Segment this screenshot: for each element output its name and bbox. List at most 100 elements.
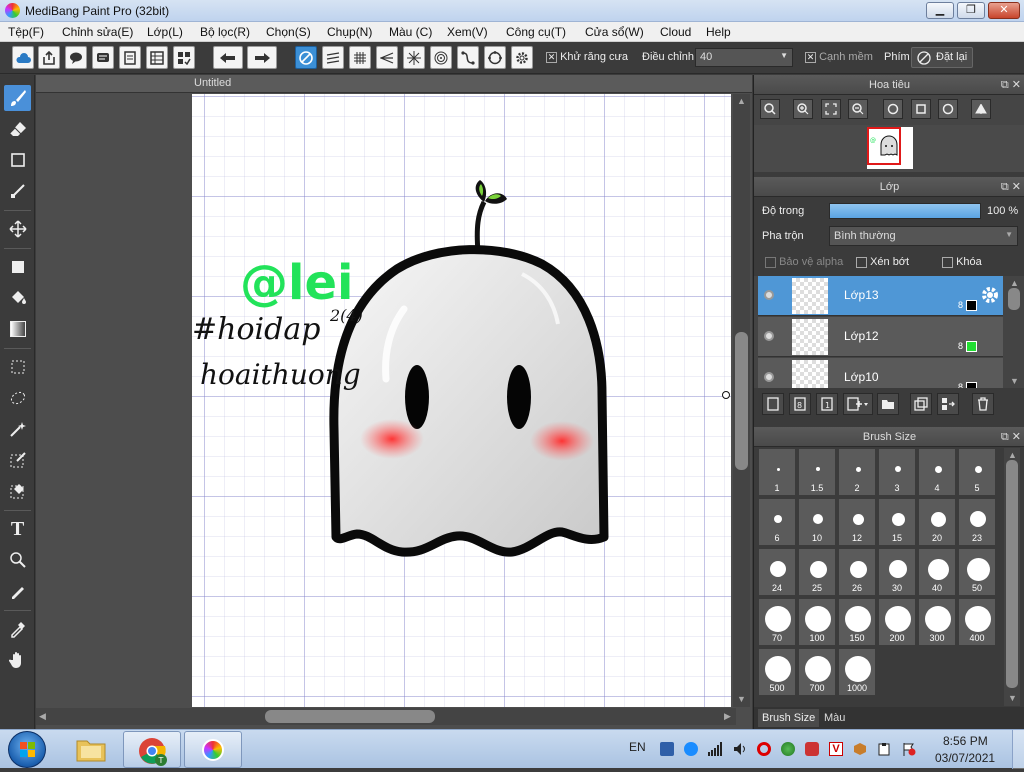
brush-size-cell[interactable]: 5 (958, 448, 996, 496)
layers-panel-controls-icon[interactable]: ⧉ ✕ (1001, 177, 1021, 197)
gradient-tool-icon[interactable] (4, 316, 31, 342)
tray-zalo-icon[interactable] (684, 742, 698, 756)
maximize-button[interactable]: ❐ (957, 2, 985, 19)
rotate-right-icon[interactable] (938, 99, 958, 119)
brush-size-cell[interactable]: 1 (758, 448, 796, 496)
brush-panel-controls-icon[interactable]: ⧉ ✕ (1001, 427, 1021, 447)
brush-size-cell[interactable]: 26 (838, 548, 876, 596)
dot-brush-tool-icon[interactable] (4, 178, 31, 204)
brush-size-cell[interactable]: 10 (798, 498, 836, 546)
brush-size-cell[interactable]: 150 (838, 598, 876, 646)
zoom-out-icon[interactable] (848, 99, 868, 119)
brush-size-cell[interactable]: 24 (758, 548, 796, 596)
menu-capture[interactable]: Chụp(N) (327, 25, 372, 39)
brush-scroll-thumb[interactable] (1006, 460, 1018, 688)
add-layer-menu-icon[interactable] (843, 393, 873, 415)
reset-button[interactable]: Đặt lại (911, 47, 973, 68)
clock-date[interactable]: 03/07/2021 (935, 751, 995, 765)
brush-size-cell[interactable]: 1.5 (798, 448, 836, 496)
brush-size-cell[interactable]: 700 (798, 648, 836, 696)
clock-time[interactable]: 8:56 PM (943, 734, 988, 748)
horizontal-scroll-thumb[interactable] (265, 710, 435, 723)
taskbar-explorer[interactable] (62, 731, 120, 768)
brush-size-cell[interactable]: 100 (798, 598, 836, 646)
concentric-snap-icon[interactable] (430, 46, 452, 69)
brush-tool-icon[interactable] (4, 85, 31, 111)
menu-view[interactable]: Xem(V) (447, 25, 488, 39)
brush-size-cell[interactable]: 1000 (838, 648, 876, 696)
volume-icon[interactable] (733, 742, 747, 756)
menu-color[interactable]: Màu (C) (389, 25, 432, 39)
vietkey-icon[interactable]: V (829, 742, 843, 756)
layer-row[interactable]: Lớp10 8 (758, 358, 1003, 388)
perspective-snap-icon[interactable] (376, 46, 398, 69)
rotate-left-icon[interactable] (883, 99, 903, 119)
show-desktop-button[interactable] (1012, 730, 1024, 769)
layer-row[interactable]: Lớp12 8 (758, 317, 1003, 357)
brush-size-cell[interactable]: 300 (918, 598, 956, 646)
cloud-icon[interactable] (12, 46, 34, 69)
zoom-in-icon[interactable] (793, 99, 813, 119)
pen-tool-icon[interactable] (4, 578, 31, 604)
parallel-snap-icon[interactable] (322, 46, 344, 69)
bucket-tool-icon[interactable] (4, 285, 31, 311)
opacity-slider[interactable] (829, 203, 981, 219)
lasso-tool-icon[interactable] (4, 385, 31, 411)
smooth-checkbox[interactable]: ✕ Cạnh mềm (805, 51, 873, 63)
taskbar-chrome[interactable]: T (123, 731, 181, 768)
brush-size-cell[interactable]: 4 (918, 448, 956, 496)
circle-snap-icon[interactable] (484, 46, 506, 69)
select-rect-tool-icon[interactable] (4, 354, 31, 380)
visibility-eye-icon[interactable] (764, 290, 774, 300)
share-icon[interactable] (38, 46, 60, 69)
menu-select[interactable]: Chọn(S) (266, 25, 311, 39)
zoom-icon[interactable] (760, 99, 780, 119)
flip-icon[interactable] (971, 99, 991, 119)
brush-size-cell[interactable]: 6 (758, 498, 796, 546)
brush-size-cell[interactable]: 12 (838, 498, 876, 546)
visibility-eye-icon[interactable] (764, 372, 774, 382)
brush-size-cell[interactable]: 200 (878, 598, 916, 646)
undo-icon[interactable] (213, 46, 243, 69)
comment-icon[interactable] (92, 46, 114, 69)
blend-select[interactable]: Bình thường ▼ (829, 226, 1018, 246)
visibility-eye-icon[interactable] (764, 331, 774, 341)
select-eraser-tool-icon[interactable] (4, 478, 31, 504)
magic-wand-tool-icon[interactable] (4, 416, 31, 442)
brush-size-cell[interactable]: 25 (798, 548, 836, 596)
horizontal-scrollbar[interactable]: ◀ ▶ (36, 708, 736, 725)
move-tool-icon[interactable] (4, 216, 31, 242)
brush-size-cell[interactable]: 40 (918, 548, 956, 596)
brush-size-cell[interactable]: 400 (958, 598, 996, 646)
brush-scrollbar[interactable]: ▲ ▼ (1004, 448, 1020, 706)
signal-icon[interactable] (708, 742, 722, 756)
close-button[interactable]: ✕ (988, 2, 1020, 19)
eyedropper-tool-icon[interactable] (4, 616, 31, 642)
document-tab[interactable]: Untitled (36, 75, 752, 93)
fit-canvas-icon[interactable] (911, 99, 931, 119)
tab-brush-size[interactable]: Brush Size (758, 709, 820, 727)
security-tray-icon[interactable] (781, 742, 795, 756)
brush-size-cell[interactable]: 3 (878, 448, 916, 496)
select-pen-tool-icon[interactable] (4, 447, 31, 473)
menu-edit[interactable]: Chỉnh sửa(E) (62, 25, 133, 39)
minimize-button[interactable]: ▁ (926, 2, 954, 19)
cube-tray-icon[interactable] (853, 742, 867, 756)
layer-scrollbar[interactable]: ▲ ▼ (1006, 276, 1022, 388)
operation-tool-icon[interactable] (4, 547, 31, 573)
lock-checkbox[interactable]: Khóa (942, 256, 982, 268)
brush-size-cell[interactable]: 23 (958, 498, 996, 546)
duplicate-layer-icon[interactable] (910, 393, 932, 415)
vertical-scroll-thumb[interactable] (735, 332, 748, 470)
radial-snap-icon[interactable] (403, 46, 425, 69)
antialias-checkbox[interactable]: ✕ Khử răng cưa (546, 51, 628, 63)
menu-layer[interactable]: Lớp(L) (147, 25, 183, 39)
table-icon[interactable] (146, 46, 168, 69)
navigator-thumbnail[interactable]: @ (867, 127, 913, 169)
grid-snap-icon[interactable] (349, 46, 371, 69)
menu-filter[interactable]: Bộ lọc(R) (200, 25, 250, 39)
brush-size-cell[interactable]: 15 (878, 498, 916, 546)
protect-alpha-checkbox[interactable]: Bảo vệ alpha (765, 256, 843, 268)
hand-tool-icon[interactable] (4, 647, 31, 673)
layer-row[interactable]: Lớp13 8 (758, 276, 1003, 316)
